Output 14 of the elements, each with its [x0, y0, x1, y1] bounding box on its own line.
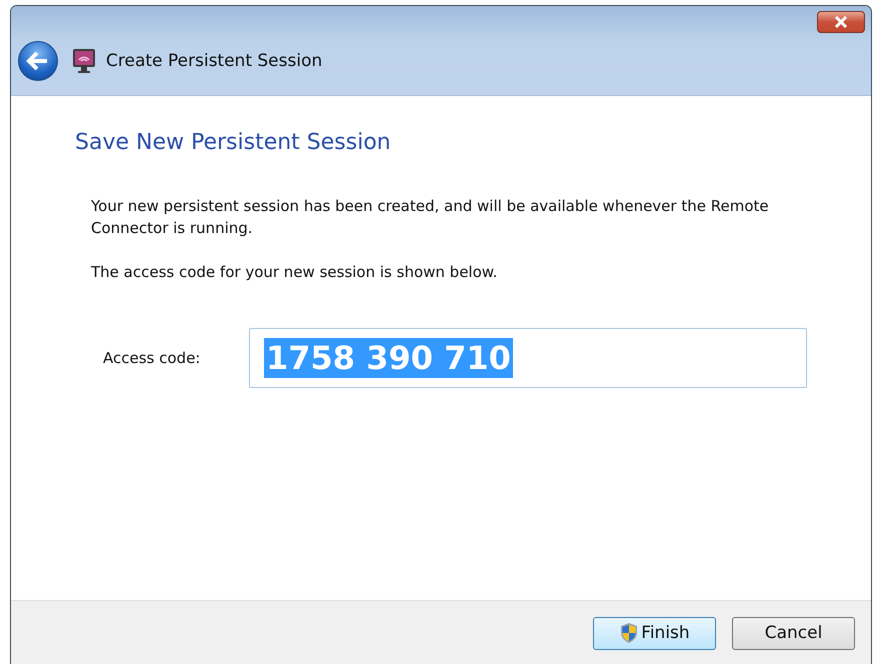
- window-title: Create Persistent Session: [106, 51, 322, 71]
- back-button[interactable]: [18, 41, 58, 81]
- back-arrow-icon: [26, 51, 50, 71]
- finish-button[interactable]: Finish: [593, 616, 716, 650]
- description-text: Your new persistent session has been created, and will be available whenever the Remote Connector is running.: [91, 196, 770, 239]
- close-button[interactable]: [817, 11, 865, 33]
- cancel-button[interactable]: Cancel: [732, 616, 855, 650]
- field-label: Access code:: [103, 349, 202, 367]
- access-code-value: 1758 390 710: [264, 338, 513, 378]
- shield-icon: [619, 622, 640, 644]
- description-text: The access code for your new session is shown below.: [91, 262, 498, 283]
- monitor-icon: [72, 48, 96, 74]
- close-icon: [834, 16, 848, 28]
- page-heading: Save New Persistent Session: [75, 130, 392, 155]
